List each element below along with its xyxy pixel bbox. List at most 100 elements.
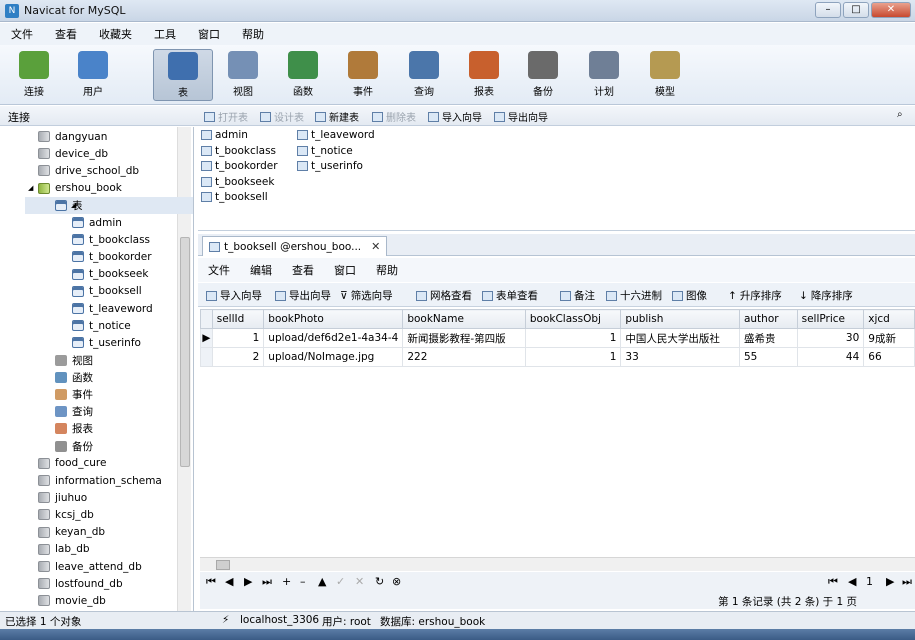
cell-bookClassObj[interactable]: 1: [524, 347, 622, 367]
tree-item-t_booksell[interactable]: t_booksell: [72, 283, 142, 300]
column-header-bookName[interactable]: bookName: [402, 309, 526, 329]
toolbar-button-8[interactable]: 备份: [521, 49, 565, 101]
toolbar-button-3[interactable]: 视图: [221, 49, 265, 101]
sort-descending-button[interactable]: ↓ 降序排序: [799, 288, 853, 303]
tree-item-t_bookclass[interactable]: t_bookclass: [72, 231, 150, 248]
tree-item-food_cure[interactable]: food_cure: [38, 455, 106, 472]
toolbar-button-7[interactable]: 报表: [462, 49, 506, 101]
table-row[interactable]: 2 upload/NoImage.jpg 222 1 33 55 44 66: [200, 347, 915, 367]
cell-bookPhoto[interactable]: upload/def6d2e1-4a34-4: [263, 328, 404, 348]
tree-item-t_notice[interactable]: t_notice: [72, 317, 131, 334]
cell-bookClassObj[interactable]: 1: [524, 328, 622, 348]
cell-sellId[interactable]: 2: [211, 347, 265, 367]
toolbar-button-5[interactable]: 事件: [341, 49, 385, 101]
editor-menu-view[interactable]: 查看: [282, 262, 324, 278]
export-wizard-button[interactable]: 导出向导: [494, 109, 548, 124]
cell-sellId[interactable]: 1: [211, 328, 265, 348]
tree-item-leave_attend_db[interactable]: leave_attend_db: [38, 558, 142, 575]
import-wizard-button[interactable]: 导入向导: [428, 109, 482, 124]
tab-t-booksell[interactable]: t_booksell @ershou_boo... ✕: [202, 236, 388, 256]
tree-item-t_leaveword[interactable]: t_leaveword: [72, 300, 153, 317]
memo-button[interactable]: 备注: [560, 288, 595, 303]
next-record-icon[interactable]: ▶: [244, 575, 252, 588]
tree-item-lab_db[interactable]: lab_db: [38, 541, 90, 558]
expand-arrow-icon[interactable]: ◢: [71, 201, 76, 209]
object-t_leaveword[interactable]: t_leaveword: [297, 129, 375, 141]
object-t_bookclass[interactable]: t_bookclass: [201, 145, 276, 157]
toolbar-button-0[interactable]: 连接: [12, 49, 56, 101]
toolbar-button-2[interactable]: 表: [153, 49, 213, 101]
grid-import-wizard-button[interactable]: 导入向导: [206, 288, 262, 303]
expand-arrow-icon[interactable]: ◢: [28, 184, 33, 192]
close-window-button[interactable]: ✕: [871, 2, 911, 18]
tree-item-keyan_db[interactable]: keyan_db: [38, 524, 105, 541]
editor-menu-help[interactable]: 帮助: [366, 262, 408, 278]
new-table-button[interactable]: 新建表: [315, 109, 359, 124]
tree-item-kcsj_db[interactable]: kcsj_db: [38, 506, 94, 523]
object-t_bookseek[interactable]: t_bookseek: [201, 176, 274, 188]
column-header-author[interactable]: author: [738, 309, 798, 329]
object-t_userinfo[interactable]: t_userinfo: [297, 160, 363, 172]
tree-item-drive_school_db[interactable]: drive_school_db: [38, 162, 139, 179]
image-button[interactable]: 图像: [672, 288, 707, 303]
search-icon[interactable]: ⌕: [897, 109, 903, 120]
grid-view-button[interactable]: 网格查看: [416, 288, 472, 303]
filter-wizard-button[interactable]: ⊽ 筛选向导: [340, 288, 393, 303]
cell-sellPrice[interactable]: 44: [796, 347, 865, 367]
tree-item--14[interactable]: 函数: [55, 369, 93, 386]
cell-publish[interactable]: 中国人民大学出版社: [620, 328, 740, 348]
hex-button[interactable]: 十六进制: [606, 288, 662, 303]
menu-view[interactable]: 查看: [44, 26, 88, 42]
editor-menu-window[interactable]: 窗口: [324, 262, 366, 278]
tree-item--13[interactable]: 视图: [55, 352, 93, 369]
cell-author[interactable]: 55: [738, 347, 798, 367]
add-record-icon[interactable]: +: [282, 575, 291, 588]
stop-icon[interactable]: ⊗: [392, 575, 401, 588]
toolbar-button-10[interactable]: 模型: [643, 49, 687, 101]
object-t_bookorder[interactable]: t_bookorder: [201, 160, 278, 172]
editor-menu-file[interactable]: 文件: [198, 262, 240, 278]
column-header-publish[interactable]: publish: [620, 309, 740, 329]
tree-item--15[interactable]: 事件: [55, 386, 93, 403]
editor-menu-edit[interactable]: 编辑: [240, 262, 282, 278]
object-admin[interactable]: admin: [201, 129, 248, 141]
tree-item-t_bookorder[interactable]: t_bookorder: [72, 248, 152, 265]
first-record-icon[interactable]: ⏮: [206, 575, 216, 589]
menu-help[interactable]: 帮助: [231, 26, 275, 42]
form-view-button[interactable]: 表单查看: [482, 288, 538, 303]
cell-author[interactable]: 盛希贵: [738, 328, 798, 348]
cell-xjcd[interactable]: 9成新: [863, 328, 915, 348]
column-header-bookClassObj[interactable]: bookClassObj: [524, 309, 622, 329]
column-header-sellPrice[interactable]: sellPrice: [796, 309, 865, 329]
delete-record-icon[interactable]: –: [300, 575, 306, 588]
toolbar-button-9[interactable]: 计划: [582, 49, 626, 101]
grid-horizontal-scrollbar[interactable]: [200, 557, 915, 571]
maximize-button[interactable]: □: [843, 2, 869, 18]
column-header-bookPhoto[interactable]: bookPhoto: [263, 309, 404, 329]
grid-scrollbar-thumb[interactable]: [216, 560, 230, 570]
tree-item-jiuhuo[interactable]: jiuhuo: [38, 489, 87, 506]
discard-changes-icon[interactable]: ✕: [355, 575, 364, 588]
tree-item-dangyuan[interactable]: dangyuan: [38, 128, 107, 145]
toolbar-button-6[interactable]: 查询: [402, 49, 446, 101]
design-table-button[interactable]: 设计表: [260, 109, 304, 124]
cell-xjcd[interactable]: 66: [863, 347, 915, 367]
delete-table-button[interactable]: 删除表: [372, 109, 416, 124]
tree-item-device_db[interactable]: device_db: [38, 145, 108, 162]
cell-bookPhoto[interactable]: upload/NoImage.jpg: [263, 347, 404, 367]
column-header-xjcd[interactable]: xjcd: [863, 309, 915, 329]
tree-item-movie_db[interactable]: movie_db: [38, 592, 106, 609]
tree-item-ershou_book[interactable]: ◢ ershou_book: [28, 180, 122, 197]
prev-record-icon[interactable]: ◀: [225, 575, 233, 588]
tree-item--17[interactable]: 报表: [55, 420, 93, 437]
first-page-icon[interactable]: ⏮: [828, 575, 838, 589]
tree-item--18[interactable]: 备份: [55, 438, 93, 455]
page-number[interactable]: 1: [866, 575, 873, 588]
sort-ascending-button[interactable]: ↑ 升序排序: [728, 288, 782, 303]
cell-publish[interactable]: 33: [620, 347, 740, 367]
last-page-icon[interactable]: ⏭: [902, 575, 912, 589]
tree-item--4[interactable]: ◢ 表: [25, 196, 193, 214]
prev-page-icon[interactable]: ◀: [848, 575, 856, 588]
object-t_booksell[interactable]: t_booksell: [201, 191, 268, 203]
object-t_notice[interactable]: t_notice: [297, 145, 353, 157]
